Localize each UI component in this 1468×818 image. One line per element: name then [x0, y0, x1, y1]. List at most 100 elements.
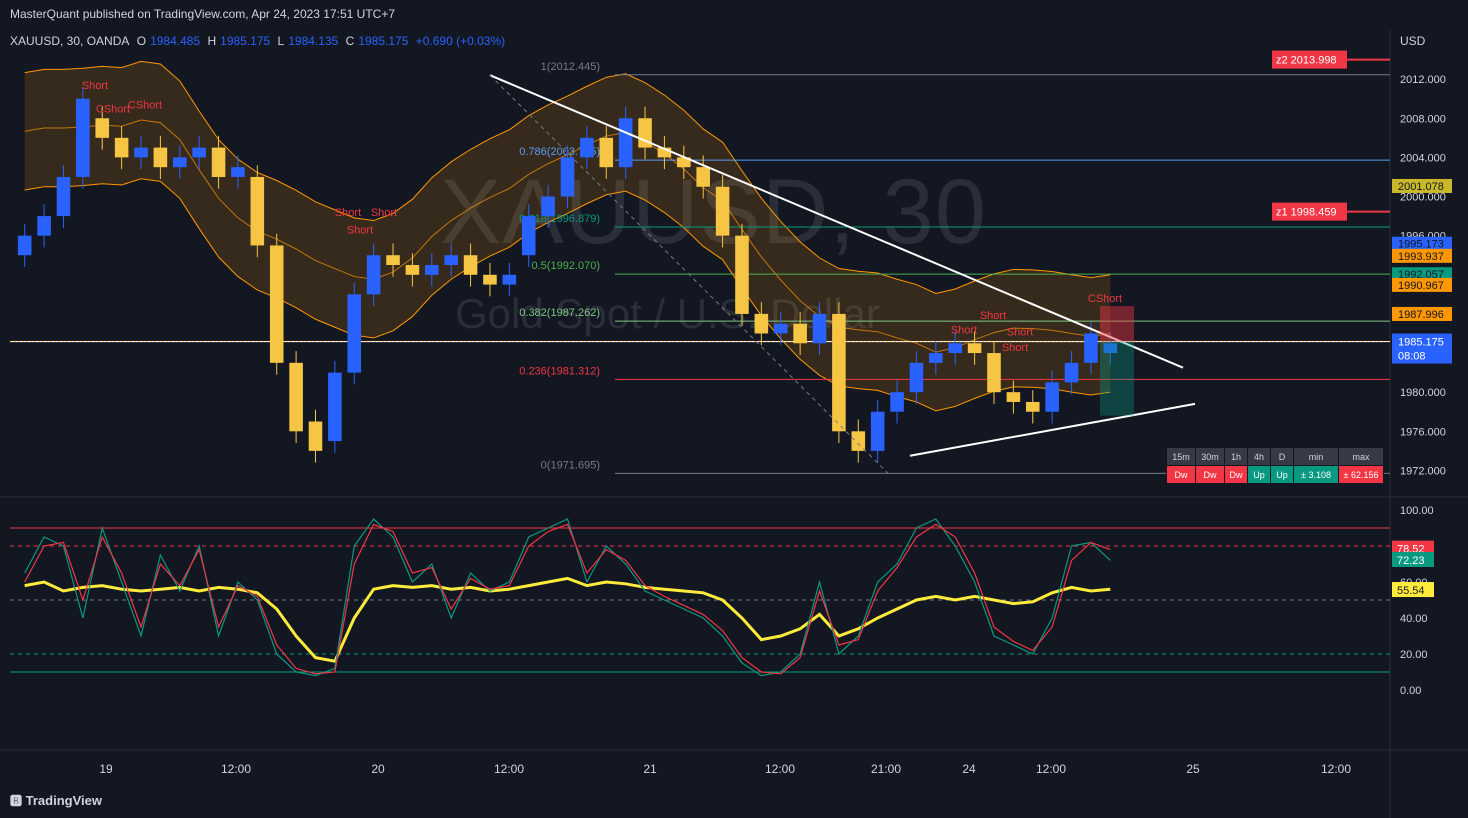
tv-icon: 🅱 [10, 794, 23, 808]
price-axis-label: 1980.000 [1400, 387, 1446, 399]
time-axis-label: 12:00 [221, 762, 251, 776]
tf-value: Dw [1166, 465, 1196, 484]
zone-tag-label: z2 2013.998 [1276, 55, 1337, 67]
candle-body [250, 176, 265, 246]
candle-body [599, 137, 614, 168]
time-axis-label: 20 [371, 762, 385, 776]
candle-body [425, 265, 439, 275]
candle-body [541, 196, 555, 217]
tf-header: 15m [1166, 447, 1196, 466]
candle-body [580, 137, 594, 158]
tf-header: 30m [1195, 447, 1225, 466]
price-axis-label: 2012.000 [1400, 74, 1446, 86]
tf-header: min [1293, 447, 1339, 466]
candle-body [269, 245, 284, 363]
candle-body [773, 323, 788, 334]
candle-body [211, 147, 226, 177]
candle-body [37, 216, 51, 236]
tf-value: Dw [1195, 465, 1225, 484]
high-label: H [207, 34, 217, 48]
time-axis-label: 12:00 [765, 762, 795, 776]
footer-brand: TradingView [25, 793, 102, 808]
oscillator-tag-label: 55.54 [1397, 585, 1425, 597]
signal-label: Short [1002, 342, 1028, 354]
low-value: 1984.135 [288, 34, 339, 48]
timeframe-header-row: 15m 30m 1h 4h D min max [1166, 447, 1384, 466]
time-axis-label: 19 [99, 762, 113, 776]
ohlc-legend: XAUUSD, 30, OANDA O 1984.485 H 1985.175 L1… [10, 34, 509, 48]
close-value: 1985.175 [358, 34, 409, 48]
candle-body [153, 147, 168, 168]
candle-body [1006, 392, 1021, 402]
time-axis-label: 25 [1186, 762, 1200, 776]
candle-body [521, 216, 536, 256]
price-tag-label: 1993.937 [1398, 251, 1444, 263]
tradingview-logo[interactable]: 🅱 TradingView [10, 792, 102, 809]
candle-body [560, 157, 575, 197]
signal-label: Short [335, 207, 361, 219]
band-fill [24, 61, 1111, 411]
oscillator-axis-label: 40.00 [1400, 613, 1428, 625]
tf-header: 4h [1247, 447, 1271, 466]
candle-body [95, 118, 110, 138]
candle-body [1045, 382, 1059, 412]
candle-body [987, 353, 1001, 393]
signal-label: Short [980, 310, 1006, 322]
candle-body [386, 255, 400, 265]
time-axis-label: 12:00 [1321, 762, 1351, 776]
candle-body [929, 353, 943, 363]
zone-tag-label: z1 1998.459 [1276, 207, 1337, 219]
candle-body [231, 167, 245, 177]
candle-body [1025, 401, 1040, 412]
candle-body [948, 343, 963, 354]
candle-body [172, 157, 187, 168]
candle-body [308, 421, 323, 451]
open-value: 1984.485 [150, 34, 201, 48]
fib-level-label: 1(2012.445) [541, 61, 600, 73]
candle-body [909, 362, 924, 393]
candle-body [134, 147, 148, 158]
fib-level-label: 0.236(1981.312) [519, 365, 600, 377]
tf-header: max [1338, 447, 1384, 466]
candle-body [347, 294, 362, 373]
candle-body [289, 362, 303, 432]
oscillator-axis-label: 0.00 [1400, 685, 1421, 697]
signal-label: Short [1007, 326, 1033, 338]
fib-level-label: 0.5(1992.070) [532, 260, 601, 272]
time-axis-label: 12:00 [494, 762, 524, 776]
candle-body [832, 313, 846, 432]
time-axis-label: 21:00 [871, 762, 901, 776]
stop-loss-box [1100, 306, 1134, 342]
tf-value: Up [1247, 465, 1271, 484]
candle-body [1064, 362, 1079, 383]
candle-body [483, 274, 497, 285]
fib-level-label: 0(1971.695) [541, 459, 600, 471]
candle-body [618, 118, 633, 168]
candle-body [967, 343, 982, 354]
time-axis-label: 21 [643, 762, 657, 776]
signal-label: CShort [1088, 293, 1122, 305]
fib-level-label: 0.382(1987.262) [519, 307, 600, 319]
price-axis-label: 2004.000 [1400, 152, 1446, 164]
price-tag-label: 2001.078 [1398, 181, 1444, 193]
signal-label: CShort [96, 103, 130, 115]
signal-label: Short [371, 207, 397, 219]
close-label: C [345, 34, 355, 48]
tf-value: Dw [1224, 465, 1248, 484]
chart-canvas[interactable]: 2012.0002008.0002004.0002000.0001996.000… [0, 0, 1468, 818]
signal-label: Short [951, 324, 977, 336]
candle-body [696, 167, 710, 187]
currency-label: USD [1400, 34, 1426, 48]
signal-label: Short [82, 80, 108, 92]
candle-body [735, 235, 749, 314]
candle-body [328, 372, 342, 442]
price-axis-label: 2008.000 [1400, 113, 1446, 125]
candle-body [17, 235, 32, 256]
low-label: L [277, 34, 285, 48]
high-value: 1985.175 [220, 34, 271, 48]
signal-label: Short [347, 225, 373, 237]
tf-header: D [1270, 447, 1294, 466]
candle-body [463, 255, 478, 275]
time-axis-label: 24 [962, 762, 976, 776]
take-profit-box [1100, 341, 1134, 416]
